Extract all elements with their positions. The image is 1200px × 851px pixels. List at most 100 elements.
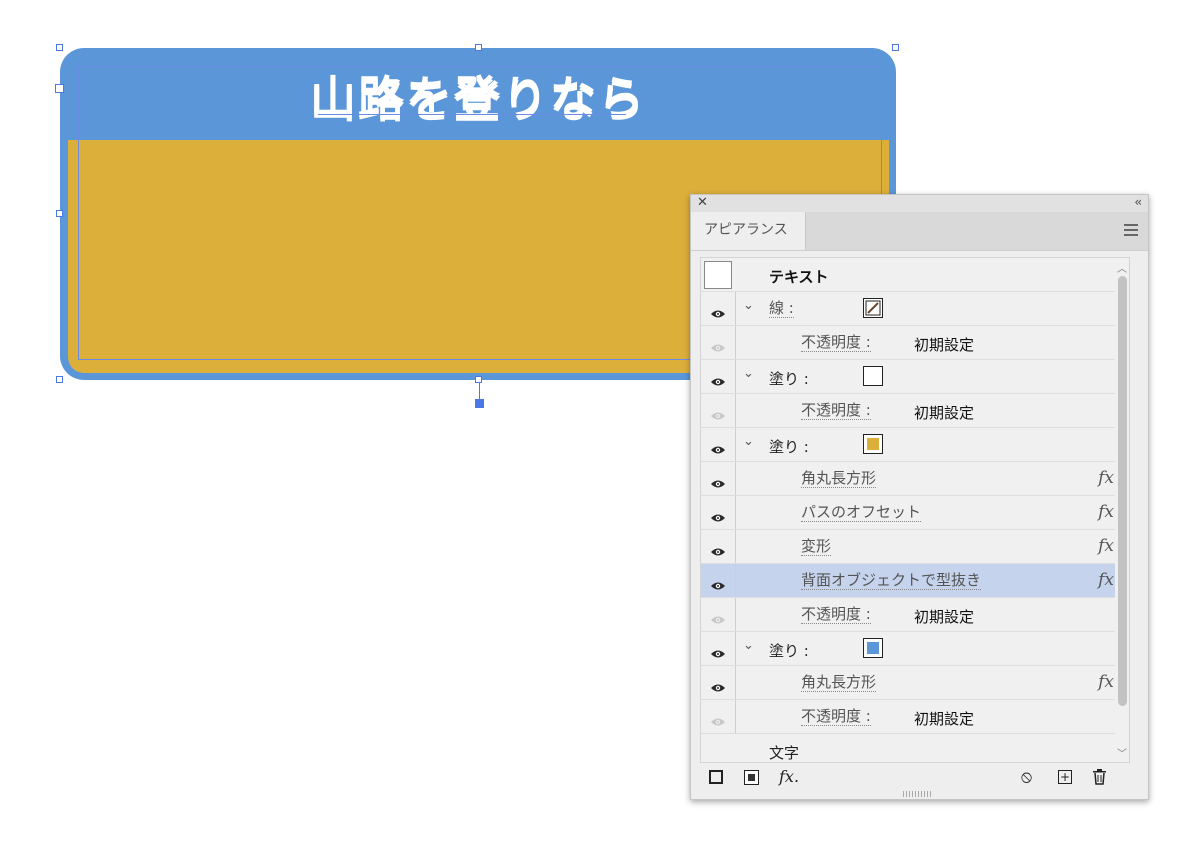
effect-fx-icon[interactable]: fx — [1098, 570, 1114, 590]
appearance-row[interactable]: 変形 fx — [701, 530, 1122, 564]
appearance-row[interactable]: 不透明度 : 初期設定 — [701, 394, 1122, 428]
visibility-toggle[interactable] — [701, 530, 736, 563]
fill-swatch[interactable] — [863, 638, 883, 658]
appearance-row[interactable]: 背面オブジェクトで型抜き fx — [701, 564, 1122, 598]
appearance-row-label[interactable]: 背面オブジェクトで型抜き — [801, 572, 982, 590]
panel-resize-grip[interactable] — [903, 791, 933, 797]
add-effect-button[interactable]: fx. — [779, 767, 799, 786]
object-thumbnail — [704, 261, 732, 289]
eye-icon — [710, 508, 726, 522]
appearance-row[interactable]: パスのオフセット fx — [701, 496, 1122, 530]
appearance-row[interactable]: テキスト — [701, 258, 1122, 292]
chevron-down-icon[interactable]: ⌄ — [743, 366, 754, 381]
scroll-thumb[interactable] — [1118, 276, 1127, 706]
add-new-fill-icon[interactable] — [744, 770, 759, 785]
text-baseline-guide — [318, 114, 626, 115]
eye-icon — [710, 610, 726, 624]
visibility-toggle[interactable] — [701, 394, 736, 427]
collapse-icon[interactable]: ‹‹ — [1134, 195, 1141, 209]
visibility-toggle[interactable] — [701, 666, 736, 699]
appearance-row-label: 文字 — [769, 744, 800, 762]
eye-icon — [710, 372, 726, 386]
eye-icon — [710, 440, 726, 454]
eye-icon — [710, 678, 726, 692]
appearance-row[interactable]: 角丸長方形 fx — [701, 666, 1122, 700]
appearance-row-label[interactable]: 角丸長方形 — [801, 674, 877, 692]
opacity-value: 初期設定 — [914, 336, 975, 354]
visibility-toggle[interactable] — [701, 598, 736, 631]
effect-fx-icon[interactable]: fx — [1098, 536, 1114, 556]
eye-icon — [710, 542, 726, 556]
eye-icon — [710, 712, 726, 726]
appearance-list: 文字 不透明度 : 初期設定 角丸長方形 fx ⌄ 塗り : 不透明度 : 初期設定 背面オブジェ… — [700, 257, 1130, 763]
text-anchor-handle[interactable] — [55, 84, 64, 93]
panel-menu-icon[interactable] — [1124, 224, 1138, 239]
appearance-row-label[interactable]: 線 : — [769, 300, 794, 318]
appearance-row[interactable]: ⌄ 線 : — [701, 292, 1122, 326]
scroll-up-icon[interactable]: ︿ — [1117, 260, 1127, 275]
panel-tab-bar: アピアランス — [691, 212, 1148, 251]
visibility-toggle[interactable] — [701, 292, 736, 325]
appearance-row[interactable]: 不透明度 : 初期設定 — [701, 700, 1122, 734]
selection-handle-bottom-middle[interactable] — [475, 376, 482, 383]
close-icon[interactable]: ✕ — [697, 195, 708, 210]
appearance-row-label: 塗り : — [769, 438, 809, 456]
chevron-down-icon[interactable]: ⌄ — [743, 298, 754, 313]
appearance-row[interactable]: 文字 — [701, 734, 1122, 762]
appearance-row[interactable]: 角丸長方形 fx — [701, 462, 1122, 496]
chevron-down-icon[interactable]: ⌄ — [743, 434, 754, 449]
effect-fx-icon[interactable]: fx — [1098, 502, 1114, 522]
selection-handle-top-middle[interactable] — [475, 44, 482, 51]
clear-appearance-icon[interactable]: ⦸ — [1021, 767, 1032, 787]
effect-fx-icon[interactable]: fx — [1098, 672, 1114, 692]
appearance-row[interactable]: 不透明度 : 初期設定 — [701, 326, 1122, 360]
appearance-row-label[interactable]: 不透明度 : — [801, 606, 871, 624]
fill-swatch[interactable] — [863, 366, 883, 386]
appearance-row-label[interactable]: パスのオフセット — [801, 504, 922, 522]
trash-icon[interactable] — [1092, 769, 1107, 789]
panel-footer: fx. ⦸ + — [691, 763, 1148, 791]
selection-handle-middle-left[interactable] — [56, 210, 63, 217]
appearance-row[interactable]: ⌄ 塗り : — [701, 360, 1122, 394]
visibility-toggle[interactable] — [701, 360, 736, 393]
visibility-toggle[interactable] — [701, 462, 736, 495]
appearance-row-label[interactable]: 不透明度 : — [801, 708, 871, 726]
duplicate-item-icon[interactable]: + — [1058, 770, 1072, 784]
appearance-panel: ✕ ‹‹ アピアランス 文字 不透明度 : 初期設定 角丸長方形 fx ⌄ 塗り : 不透明度… — [690, 194, 1149, 800]
add-new-stroke-icon[interactable] — [709, 770, 723, 784]
appearance-row[interactable]: ⌄ 塗り : — [701, 632, 1122, 666]
visibility-toggle[interactable] — [701, 326, 736, 359]
scroll-down-icon[interactable]: ﹀ — [1117, 745, 1127, 760]
fill-swatch[interactable] — [863, 434, 883, 454]
tab-appearance[interactable]: アピアランス — [691, 212, 806, 250]
appearance-row-label[interactable]: 不透明度 : — [801, 334, 871, 352]
rotate-handle[interactable] — [475, 399, 484, 408]
appearance-row-label: テキスト — [769, 268, 829, 286]
appearance-row-label[interactable]: 不透明度 : — [801, 402, 871, 420]
appearance-row-label: 塗り : — [769, 370, 809, 388]
visibility-toggle[interactable] — [701, 700, 736, 733]
eye-icon — [710, 474, 726, 488]
effect-fx-icon[interactable]: fx — [1098, 468, 1114, 488]
selection-handle-bottom-left[interactable] — [56, 376, 63, 383]
opacity-value: 初期設定 — [914, 404, 975, 422]
opacity-value: 初期設定 — [914, 608, 975, 626]
panel-title-bar[interactable]: ✕ ‹‹ — [691, 195, 1148, 212]
eye-icon — [710, 338, 726, 352]
visibility-toggle[interactable] — [701, 428, 736, 461]
selection-handle-top-right[interactable] — [892, 44, 899, 51]
appearance-row[interactable]: 不透明度 : 初期設定 — [701, 598, 1122, 632]
stroke-swatch[interactable] — [863, 298, 883, 318]
visibility-toggle[interactable] — [701, 564, 736, 597]
chevron-down-icon[interactable]: ⌄ — [743, 638, 754, 653]
appearance-row-label[interactable]: 変形 — [801, 538, 832, 556]
appearance-row[interactable]: ⌄ 塗り : — [701, 428, 1122, 462]
opacity-value: 初期設定 — [914, 710, 975, 728]
list-scrollbar[interactable]: ︿ ﹀ — [1115, 258, 1129, 762]
selection-handle-top-left[interactable] — [56, 44, 63, 51]
visibility-toggle[interactable] — [701, 632, 736, 665]
visibility-toggle[interactable] — [701, 496, 736, 529]
appearance-row-label[interactable]: 角丸長方形 — [801, 470, 877, 488]
eye-icon — [710, 406, 726, 420]
appearance-row-label: 塗り : — [769, 642, 809, 660]
